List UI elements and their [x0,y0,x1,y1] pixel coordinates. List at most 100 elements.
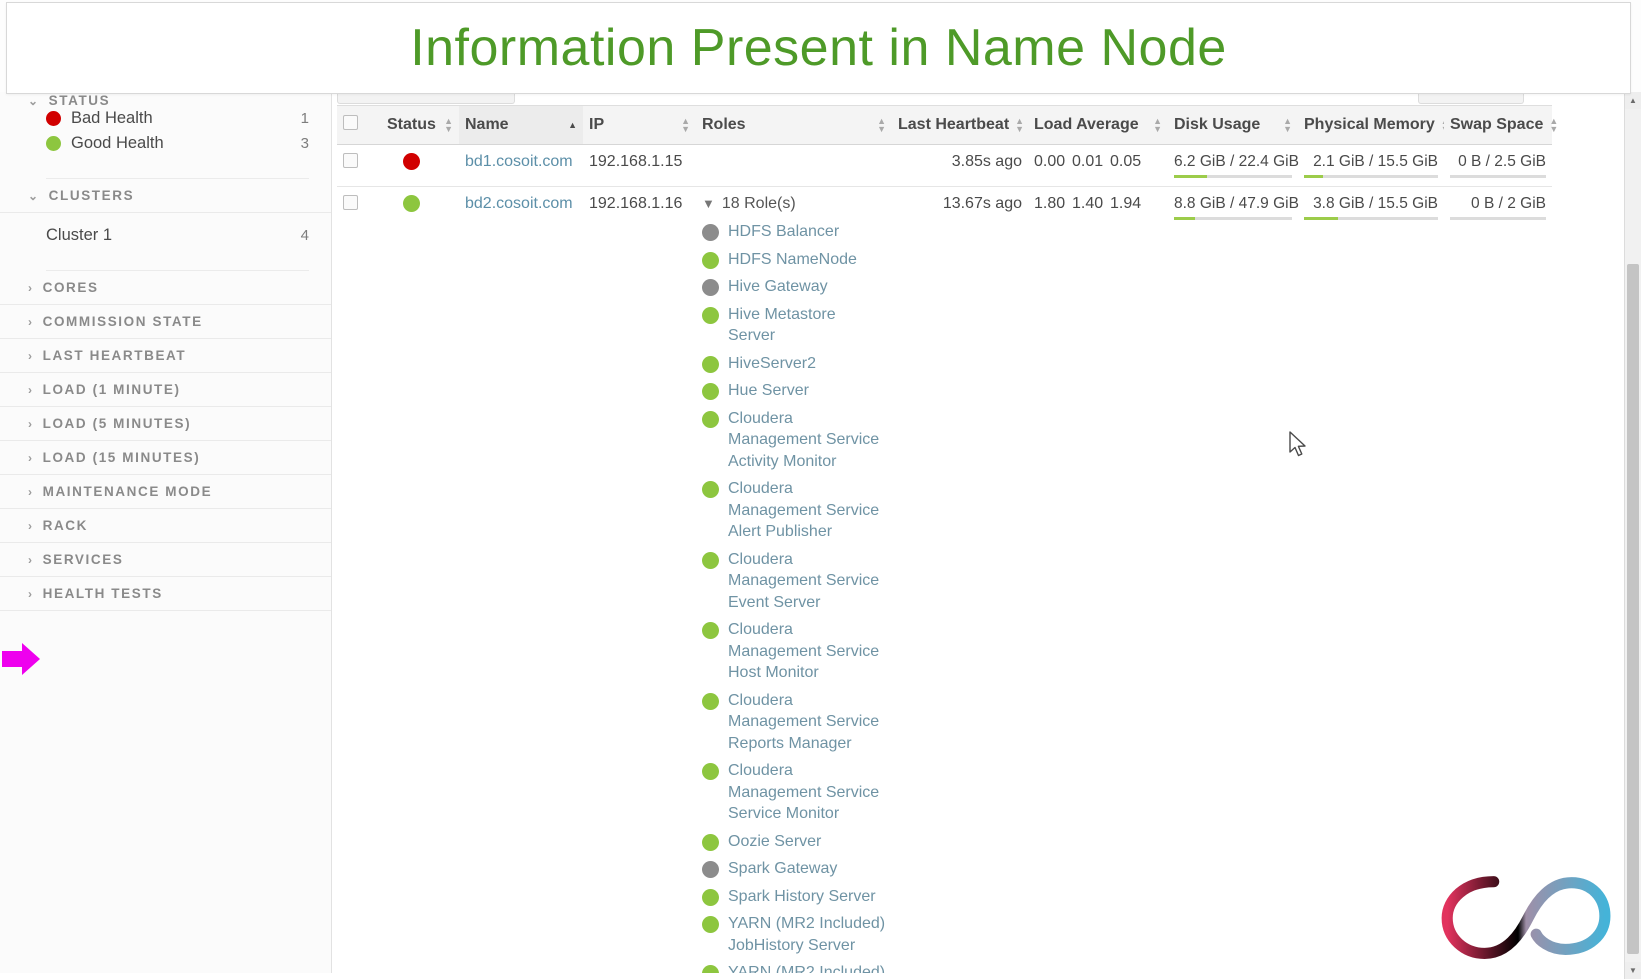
role-item[interactable]: Hive Gateway [702,276,886,298]
row-swap-space-cell: 0 B / 2.5 GiB [1444,144,1552,187]
scroll-up-arrow-icon[interactable]: ▲ [1625,92,1641,109]
role-item[interactable]: Cloudera Management Service Alert Publis… [702,478,886,543]
sort-arrows-icon[interactable]: ▲▼ [1283,117,1292,134]
sort-asc-icon[interactable]: ▲ [568,121,577,130]
chevron-right-icon: › [28,382,34,397]
role-name[interactable]: Oozie Server [728,831,821,853]
facet-group-services[interactable]: › SERVICES [0,543,331,577]
swap-space-bar [1450,175,1546,178]
column-header-swap-space[interactable]: Swap Space ▲ ▼ [1444,105,1558,145]
row-select-cell[interactable] [337,186,381,979]
facet-group-load-15-minutes[interactable]: › LOAD (15 MINUTES) [0,441,331,475]
facet-group-label: CORES [42,280,99,295]
role-item[interactable]: YARN (MR2 Included) JobHistory Server [702,913,886,956]
select-all-checkbox[interactable] [343,115,358,130]
facet-group-status[interactable]: ⌄ STATUS [0,92,331,117]
facet-group-load-1-minute[interactable]: › LOAD (1 MINUTE) [0,373,331,407]
column-header-physical-memory[interactable]: Physical Memory ▲▼ [1298,105,1450,145]
role-name[interactable]: Hive Metastore Server [728,304,886,347]
role-name[interactable]: Spark Gateway [728,858,837,880]
facet-group-label: LAST HEARTBEAT [42,348,187,363]
facet-group-health-tests[interactable]: › HEALTH TESTS [0,577,331,611]
role-name[interactable]: HDFS NameNode [728,249,857,271]
role-name[interactable]: Spark History Server [728,886,876,908]
hosts-table: Status ▲ ▼ Name ▲ IP ▲ ▼ Roles ▲ ▼ Last … [337,105,1558,979]
role-item[interactable]: HiveServer2 [702,353,886,375]
role-item[interactable]: Hive Metastore Server [702,304,886,347]
facet-group-cores[interactable]: › CORES [0,271,331,305]
column-header-roles[interactable]: Roles ▲ ▼ [696,105,892,145]
role-item[interactable]: Cloudera Management Service Activity Mon… [702,408,886,473]
role-item[interactable]: Cloudera Management Service Reports Mana… [702,690,886,755]
sort-arrows-icon[interactable]: ▲▼ [1549,117,1558,134]
sort-arrows-icon[interactable]: ▲▼ [1015,117,1024,134]
role-name[interactable]: YARN (MR2 Included) JobHistory Server [728,913,886,956]
column-header-ip[interactable]: IP ▲ ▼ [583,105,696,145]
row-checkbox[interactable] [343,153,358,168]
role-name[interactable]: Hue Server [728,380,809,402]
role-name[interactable]: Cloudera Management Service Reports Mana… [728,690,886,755]
facet-group-last-heartbeat[interactable]: › LAST HEARTBEAT [0,339,331,373]
roles-expand-toggle[interactable]: ▼ 18 Role(s) [702,195,886,213]
role-item[interactable]: Cloudera Management Service Host Monitor [702,619,886,684]
table-row[interactable]: bd1.cosoit.com 192.168.1.15 3.85s ago 0.… [337,144,1552,187]
scrollbar-thumb[interactable] [1627,264,1639,954]
slide-title-banner: Information Present in Name Node [6,2,1631,94]
load-15m: 0.05 [1110,153,1142,170]
role-item[interactable]: HDFS Balancer [702,221,886,243]
sort-arrows-icon[interactable]: ▲▼ [1153,117,1162,134]
role-name[interactable]: Cloudera Management Service Activity Mon… [728,408,886,473]
role-name[interactable]: Cloudera Management Service Service Moni… [728,760,886,825]
row-roles-cell [696,144,892,187]
role-item[interactable]: Spark History Server [702,886,886,908]
chevron-right-icon: › [28,314,34,329]
role-item[interactable]: HDFS NameNode [702,249,886,271]
column-header-status[interactable]: Status ▲ ▼ [381,105,459,145]
row-select-cell[interactable] [337,144,381,187]
row-physical-memory-cell: 3.8 GiB / 15.5 GiB [1298,186,1444,979]
sort-arrows-icon[interactable]: ▲▼ [444,117,453,134]
role-item[interactable]: Cloudera Management Service Service Moni… [702,760,886,825]
role-name[interactable]: Cloudera Management Service Alert Publis… [728,478,886,543]
role-item[interactable]: Cloudera Management Service Event Server [702,549,886,614]
scroll-down-arrow-icon[interactable]: ▼ [1625,962,1641,979]
role-status-dot [702,622,719,639]
row-status-cell [381,144,459,187]
row-checkbox[interactable] [343,195,358,210]
facet-group-commission-state[interactable]: › COMMISSION STATE [0,305,331,339]
sort-arrows-icon[interactable]: ▲▼ [877,117,886,134]
row-heartbeat-cell: 3.85s ago [892,144,1028,187]
host-link[interactable]: bd2.cosoit.com [465,195,573,212]
role-name[interactable]: Cloudera Management Service Host Monitor [728,619,886,684]
role-name[interactable]: HDFS Balancer [728,221,839,243]
table-row[interactable]: bd2.cosoit.com 192.168.1.16 ▼ 18 Role(s)… [337,186,1552,979]
column-header-last-heartbeat[interactable]: Last Heartbeat ▲ ▼ [892,105,1028,145]
facet-group-label: LOAD (1 MINUTE) [42,382,181,397]
role-item[interactable]: Oozie Server [702,831,886,853]
host-link[interactable]: bd1.cosoit.com [465,153,573,170]
facet-item-cluster-1[interactable]: Cluster 1 4 [0,223,331,248]
role-item[interactable]: Spark Gateway [702,858,886,880]
physical-memory-fill [1304,175,1323,178]
facet-group-clusters[interactable]: ⌄ CLUSTERS [0,179,331,213]
role-status-dot [702,833,719,851]
sort-arrows-icon[interactable]: ▲▼ [681,117,690,134]
vertical-scrollbar[interactable]: ▲ ▼ [1624,92,1641,979]
facet-group-maintenance-mode[interactable]: › MAINTENANCE MODE [0,475,331,509]
role-item[interactable]: Hue Server [702,380,886,402]
role-name[interactable]: Cloudera Management Service Event Server [728,549,886,614]
facet-group-rack[interactable]: › RACK [0,509,331,543]
select-all-header[interactable] [337,105,381,145]
chevron-right-icon: › [28,552,34,567]
facet-group-label: LOAD (5 MINUTES) [42,416,192,431]
facet-item-good-health[interactable]: Good Health 3 [0,131,331,156]
role-name[interactable]: Hive Gateway [728,276,828,298]
facet-group-load-5-minutes[interactable]: › LOAD (5 MINUTES) [0,407,331,441]
role-name[interactable]: HiveServer2 [728,353,816,375]
row-physical-memory-cell: 2.1 GiB / 15.5 GiB [1298,144,1444,187]
role-status-dot [702,306,719,324]
column-header-name[interactable]: Name ▲ [459,105,583,145]
column-header-disk-usage[interactable]: Disk Usage ▲ ▼ [1168,105,1298,145]
row-disk-usage-cell: 8.8 GiB / 47.9 GiB [1168,186,1299,979]
column-header-load-average[interactable]: Load Average ▲ ▼ [1028,105,1168,145]
